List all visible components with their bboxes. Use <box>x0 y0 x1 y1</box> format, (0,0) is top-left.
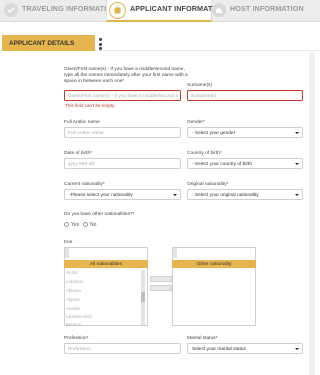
gender-label: Gender* <box>187 120 205 125</box>
list-item[interactable]: Lebanon <box>66 279 83 284</box>
radio-no[interactable]: No <box>83 222 96 228</box>
home-icon <box>212 3 226 17</box>
tab-host-information[interactable]: HOST INFORMATION <box>212 0 312 22</box>
current-nationality-label: Current nationality* <box>64 182 105 187</box>
section-title: APPLICANT DETAILS <box>2 35 95 51</box>
list-item[interactable]: Belarus <box>66 322 81 327</box>
profession-label: Profession* <box>64 336 89 341</box>
chevron-down-icon <box>295 348 299 350</box>
other-nationalities-label: Do you have other nationalities?* <box>64 212 135 217</box>
list-item[interactable]: Liechtenstein <box>66 314 92 319</box>
current-nationality-select[interactable]: -Please select your nationality <box>64 189 181 200</box>
gender-select[interactable]: - Select your gender <box>187 127 303 138</box>
tab-traveling-information[interactable]: TRAVELING INFORMATION <box>4 0 117 22</box>
list-scrollbar[interactable] <box>173 248 177 258</box>
list-item[interactable]: Austria <box>66 306 80 311</box>
tab-applicant-information[interactable]: APPLICANT INFORMATION <box>106 0 225 22</box>
arabic-name-input[interactable]: Full Arabic name <box>64 127 181 138</box>
list-scrollbar[interactable] <box>65 248 69 258</box>
given-name-error: This field can't be empty <box>65 103 115 108</box>
list-scroll-thumb[interactable] <box>141 292 145 302</box>
given-name-label: Given/First name(s) - If you have a midd… <box>64 67 188 84</box>
current-nationality-value: -Please select your nationality <box>69 192 133 198</box>
check-icon <box>4 3 18 17</box>
other-nationality-list[interactable] <box>172 247 256 326</box>
radio-yes[interactable]: Yes <box>64 222 79 228</box>
chevron-down-icon <box>173 194 177 196</box>
country-birth-value: - Select your country of birth <box>192 161 252 167</box>
surname-label: Surname(s) <box>187 83 213 88</box>
list-item[interactable]: Algeria <box>66 297 80 302</box>
dob-label: Date of birth* <box>64 151 92 156</box>
marital-status-label: Marital status* <box>187 336 218 341</box>
surname-input[interactable]: Surname(s) <box>187 90 303 101</box>
tab-label: HOST INFORMATION <box>230 4 304 13</box>
dob-input[interactable]: yyyy-MM-dd <box>64 158 181 169</box>
country-birth-select[interactable]: - Select your country of birth <box>187 158 303 169</box>
chevron-down-icon <box>295 194 299 196</box>
list-item[interactable]: Albania <box>66 288 81 293</box>
list-item[interactable]: Aruba <box>66 270 78 275</box>
radio-no-label: No <box>90 222 97 228</box>
more-options-icon[interactable] <box>99 38 103 52</box>
page-scrollbar[interactable] <box>309 52 315 375</box>
tab-label: TRAVELING INFORMATION <box>22 4 118 13</box>
other-nationality-title: Other nationality <box>172 260 256 268</box>
edit-icon <box>109 2 126 19</box>
marital-status-select[interactable]: Select your marital status <box>187 343 303 354</box>
radio-yes-label: Yes <box>71 222 80 228</box>
gender-value: - Select your gender <box>192 130 236 136</box>
radio-circle-icon <box>64 222 69 227</box>
radio-circle-icon <box>83 222 88 227</box>
true-label: true <box>64 240 73 245</box>
arabic-name-label: Full Arabic name <box>64 120 100 125</box>
country-birth-label: Country of birth* <box>187 151 222 156</box>
tab-bar: TRAVELING INFORMATION APPLICANT INFORMAT… <box>0 0 320 22</box>
chevron-down-icon <box>295 163 299 165</box>
chevron-down-icon <box>295 132 299 134</box>
profession-input[interactable]: Profession <box>64 343 181 354</box>
move-left-button[interactable] <box>150 285 172 291</box>
original-nationality-select[interactable]: - Select your original nationality <box>187 189 303 200</box>
marital-status-value: Select your marital status <box>192 346 246 352</box>
original-nationality-label: Original nationality* <box>187 182 229 187</box>
given-name-input[interactable]: Given/First name(s) - If you have a midd… <box>64 90 181 101</box>
original-nationality-value: - Select your original nationality <box>192 192 259 198</box>
move-right-button[interactable] <box>150 276 172 282</box>
all-nationalities-title: All nationalities <box>64 260 148 268</box>
